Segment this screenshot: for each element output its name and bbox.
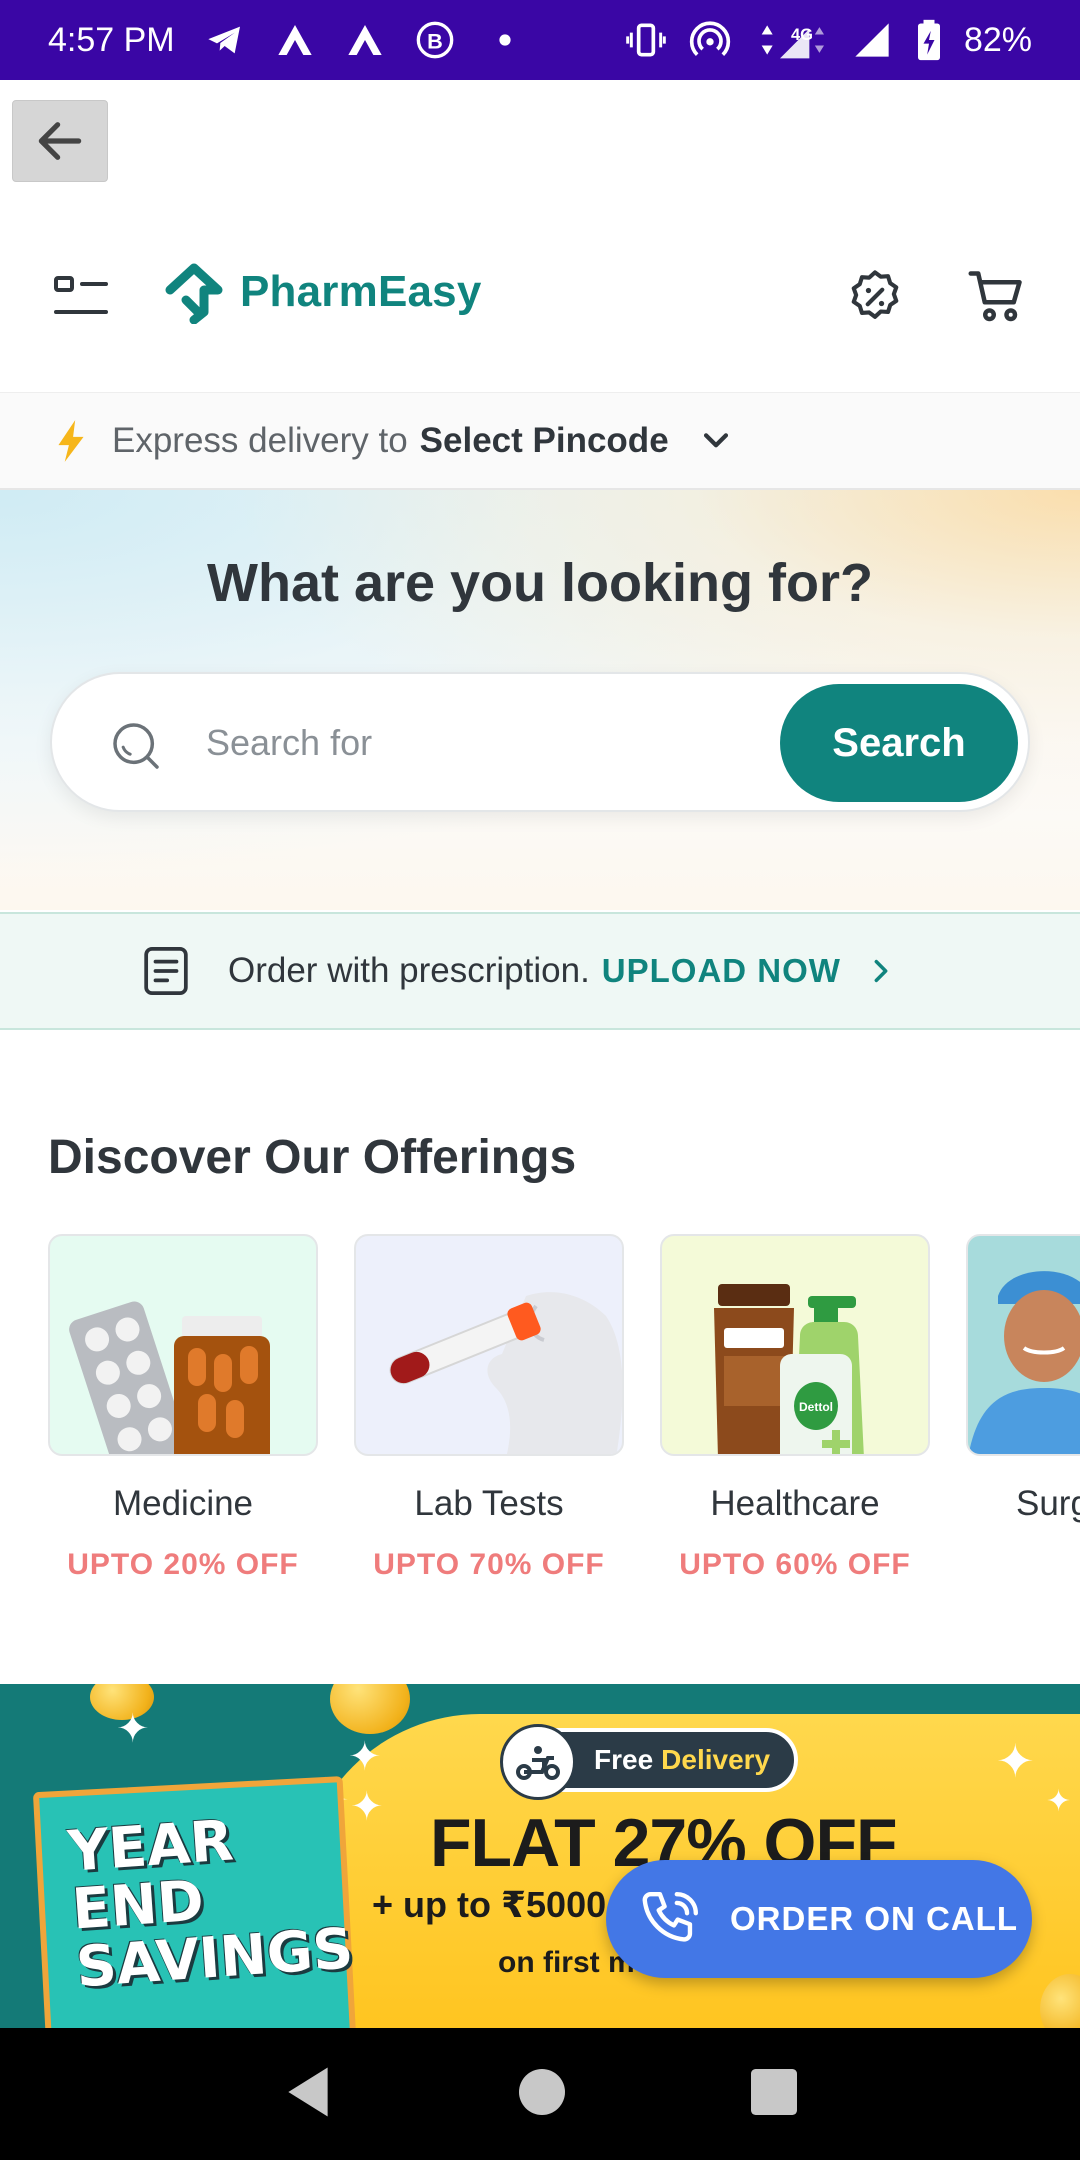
app-header: PharmEasy	[0, 230, 1080, 360]
offerings-carousel[interactable]: Medicine UPTO 20% OFF Lab Tests UPTO 70%…	[48, 1234, 1080, 1594]
prescription-text: Order with prescription.	[228, 951, 590, 990]
upload-prescription-banner[interactable]: Order with prescription. UPLOAD NOW	[0, 912, 1080, 1030]
back-button[interactable]	[12, 100, 108, 182]
offering-discount: UPTO 70% OFF	[373, 1548, 605, 1581]
sparkle-icon: ✦	[116, 1707, 150, 1751]
order-on-call-label: ORDER ON CALL	[730, 1900, 1018, 1937]
offering-name: Healthcare	[710, 1484, 880, 1523]
sparkle-icon: ✦	[1046, 1785, 1072, 1818]
banner-line3: on first m	[498, 1946, 635, 1979]
b-app-icon: B	[413, 18, 457, 62]
more-notifications-dot-icon	[483, 18, 527, 62]
search-icon	[113, 723, 159, 769]
arrow-left-icon	[38, 122, 82, 160]
sparkle-icon: ✦	[996, 1735, 1035, 1787]
select-pincode-text[interactable]: Select Pincode	[420, 421, 669, 461]
status-bar: 4:57 PM B 4G 82%	[0, 0, 1080, 80]
menu-icon[interactable]	[52, 274, 112, 320]
signal-icon	[850, 18, 894, 62]
notification-icons: B	[203, 18, 527, 62]
healthcare-image: Dettol	[660, 1234, 930, 1456]
search-input[interactable]	[206, 710, 766, 776]
hero-title: What are you looking for?	[206, 553, 873, 613]
medicine-image	[48, 1234, 318, 1456]
offers-badge-icon[interactable]	[846, 268, 904, 326]
offering-discount: UPTO 60% OFF	[679, 1548, 911, 1581]
system-icons: 4G 82%	[624, 18, 1032, 62]
offering-name: Medicine	[112, 1484, 254, 1523]
pharmeasy-logo[interactable]: PharmEasy	[164, 260, 482, 324]
nav-home-icon[interactable]	[519, 2068, 565, 2120]
delivery-scooter-icon	[500, 1724, 576, 1800]
app-notification-icon	[273, 18, 317, 62]
search-hero: What are you looking for? Search	[0, 490, 1080, 910]
offering-discount: UPTO 20% OFF	[67, 1548, 299, 1581]
offering-name: Surgeries	[1016, 1484, 1080, 1523]
banner-subline: + up to ₹5000	[372, 1884, 607, 1925]
search-bar[interactable]: Search	[50, 672, 1030, 812]
logo-text: PharmEasy	[240, 267, 482, 316]
status-time: 4:57 PM	[48, 20, 175, 59]
lightning-icon	[58, 419, 84, 462]
delivery-label: Express delivery to	[112, 420, 408, 460]
delivery-pincode-selector[interactable]: Express delivery to Select Pincode	[0, 392, 1080, 490]
hotspot-icon	[688, 18, 732, 62]
vibrate-icon	[624, 18, 668, 62]
offering-name: Lab Tests	[414, 1484, 564, 1523]
pharmeasy-logo-icon	[165, 263, 223, 324]
upload-now-link[interactable]: UPLOAD NOW	[602, 952, 841, 990]
phone-icon	[642, 1892, 698, 1942]
offering-card-surgeries[interactable]: Surgeries	[966, 1234, 1080, 1524]
mobile-data-icon: 4G	[752, 18, 830, 62]
telegram-icon	[203, 18, 247, 62]
dettol-label: Dettol	[799, 1400, 833, 1414]
system-navigation-bar	[0, 2028, 1080, 2160]
offering-card-lab-tests[interactable]: Lab Tests UPTO 70% OFF	[354, 1234, 624, 1582]
sparkle-icon: ✦	[348, 1735, 382, 1779]
offering-card-healthcare[interactable]: Dettol Healthcare UPTO 60% OFF	[660, 1234, 930, 1582]
prescription-document-icon	[144, 946, 188, 996]
chevron-right-icon[interactable]	[867, 955, 895, 987]
sparkle-icon: ✦	[350, 1785, 384, 1829]
app-notification-icon	[343, 18, 387, 62]
cart-icon[interactable]	[966, 266, 1028, 326]
svg-text:B: B	[427, 28, 443, 53]
surgeries-image	[966, 1234, 1080, 1456]
offerings-heading: Discover Our Offerings	[48, 1131, 577, 1184]
year-end-savings-text: YEAR END SAVINGS	[65, 1808, 356, 2001]
chevron-down-icon[interactable]	[699, 424, 733, 458]
offering-card-medicine[interactable]: Medicine UPTO 20% OFF	[48, 1234, 318, 1582]
lab-tests-image	[354, 1234, 624, 1456]
coin-icon	[330, 1684, 410, 1734]
battery-icon	[914, 18, 944, 62]
battery-percent: 82%	[963, 20, 1032, 59]
order-on-call-button[interactable]: ORDER ON CALL	[606, 1860, 1032, 1978]
nav-recents-icon[interactable]	[751, 2068, 797, 2120]
search-button[interactable]: Search	[780, 684, 1018, 802]
nav-back-icon[interactable]	[283, 2065, 333, 2124]
